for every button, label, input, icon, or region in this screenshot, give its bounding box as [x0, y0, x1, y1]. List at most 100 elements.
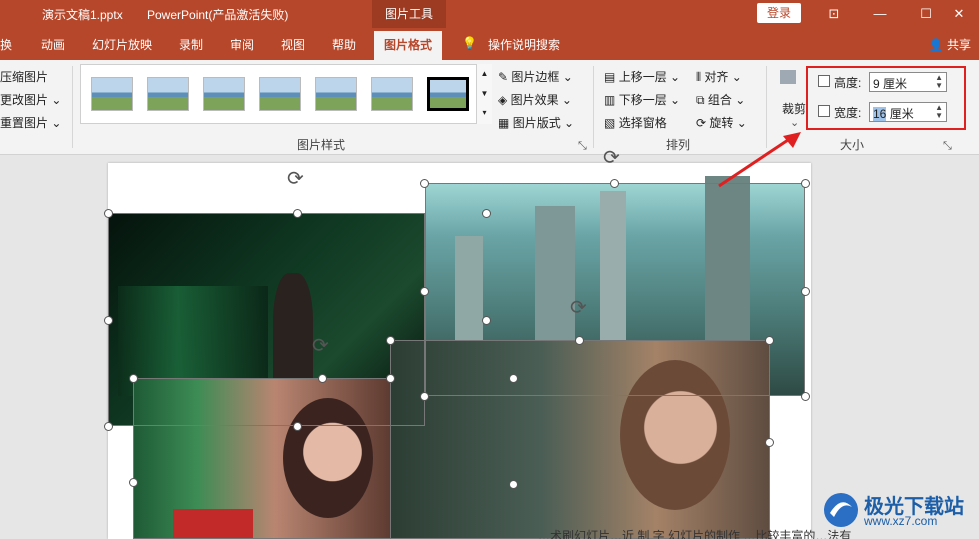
minimize-icon[interactable]: — — [857, 0, 903, 28]
compress-pictures-button[interactable]: 压缩图片 — [0, 68, 48, 85]
width-field[interactable]: 16 厘米 ▲ ▼ — [869, 102, 947, 122]
share-label: 共享 — [946, 38, 971, 52]
resize-handle[interactable] — [293, 422, 302, 431]
selection-pane-icon: ▧ — [604, 116, 616, 130]
resize-handle[interactable] — [482, 209, 491, 218]
style-thumb[interactable] — [203, 77, 245, 111]
red-arrow-annotation — [718, 132, 801, 188]
tab-slideshow[interactable]: 幻灯片放映 — [92, 36, 152, 53]
resize-handle[interactable] — [420, 287, 429, 296]
resize-handle[interactable] — [104, 422, 113, 431]
bring-forward-button[interactable]: ▤ 上移一层 ⌄ — [604, 68, 680, 85]
tab-record[interactable]: 录制 — [179, 36, 203, 53]
resize-handle[interactable] — [801, 392, 810, 401]
reset-picture-button[interactable]: 重置图片 ⌄ — [0, 114, 61, 131]
width-value-unit: 厘米 — [886, 107, 914, 121]
height-field[interactable]: 9 厘米 ▲ ▼ — [869, 72, 947, 92]
resize-handle[interactable] — [765, 438, 774, 447]
resize-handle[interactable] — [420, 179, 429, 188]
resize-handle[interactable] — [801, 287, 810, 296]
gallery-more-icon[interactable]: ▾ — [477, 104, 492, 122]
resize-handle[interactable] — [482, 316, 491, 325]
height-label: 高度: — [834, 76, 862, 90]
width-spinner[interactable]: ▲ ▼ — [935, 104, 943, 120]
resize-handle[interactable] — [129, 374, 138, 383]
pen-icon: ✎ — [498, 70, 509, 84]
arrange-label: 排列 — [666, 138, 691, 152]
ribbon-tabs: 换 动画 幻灯片放映 录制 审阅 视图 帮助 图片格式 💡 操作说明搜索 👤 共… — [0, 28, 979, 60]
layout-icon: ▦ — [498, 116, 510, 130]
style-thumb-selected[interactable] — [427, 77, 469, 111]
gallery-down-icon[interactable]: ▼ — [477, 84, 492, 104]
send-backward-button[interactable]: ▥ 下移一层 ⌄ — [604, 91, 680, 108]
close-icon[interactable]: ✕ — [936, 0, 979, 28]
separator — [72, 66, 73, 148]
picture-styles-label: 图片样式 — [297, 138, 346, 152]
resize-handle[interactable] — [765, 336, 774, 345]
style-thumb[interactable] — [315, 77, 357, 111]
resize-handle[interactable] — [575, 336, 584, 345]
style-thumb[interactable] — [91, 77, 133, 111]
width-icon — [818, 105, 830, 117]
size-dialog-launcher-icon[interactable]: ⤡ — [943, 140, 952, 153]
rotate-handle-icon[interactable]: ⟳ — [287, 166, 304, 191]
change-picture-button[interactable]: 更改图片 ⌄ — [0, 91, 61, 108]
picture-effects-button[interactable]: ◈ 图片效果 ⌄ — [498, 91, 572, 108]
separator — [593, 66, 594, 148]
watermark-url: www.xz7.com — [864, 514, 938, 528]
rotate-handle-icon[interactable]: ⟳ — [312, 333, 329, 358]
share-button[interactable]: 👤 共享 — [929, 36, 971, 53]
resize-handle[interactable] — [129, 478, 138, 487]
tell-me-search[interactable]: 操作说明搜索 — [488, 36, 560, 53]
selection-pane-button[interactable]: ▧ 选择窗格 — [604, 114, 667, 131]
tab-review[interactable]: 审阅 — [230, 36, 254, 53]
resize-handle[interactable] — [420, 392, 429, 401]
gallery-up-icon[interactable]: ▲ — [477, 64, 492, 84]
tab-transitions[interactable]: 换 — [0, 36, 12, 53]
width-label: 宽度: — [834, 106, 862, 120]
picture-layout-button[interactable]: ▦ 图片版式 ⌄ — [498, 114, 574, 131]
resize-handle[interactable] — [386, 374, 395, 383]
align-button[interactable]: ⫴ 对齐 ⌄ — [696, 68, 742, 85]
bring-forward-icon: ▤ — [604, 70, 616, 84]
lightbulb-icon: 💡 — [462, 36, 477, 50]
resize-handle[interactable] — [104, 209, 113, 218]
resize-handle[interactable] — [509, 374, 518, 383]
title-bar: 演示文稿1.pptx PowerPoint(产品激活失败) 图片工具 登录 ⊡ … — [0, 0, 979, 28]
width-value-selected: 16 — [873, 107, 887, 121]
login-button[interactable]: 登录 — [757, 3, 801, 23]
watermark-logo: 极光下载站 www.xz7.com — [822, 488, 972, 532]
picture-styles-gallery — [80, 64, 492, 124]
resize-handle[interactable] — [104, 316, 113, 325]
ribbon: 压缩图片 更改图片 ⌄ 重置图片 ⌄ ▲ ▼ ▾ 图片样式 ✎ 图片边框 ⌄ ◈… — [0, 60, 979, 155]
resize-handle[interactable] — [386, 336, 395, 345]
selection-outline — [390, 340, 770, 539]
tab-help[interactable]: 帮助 — [332, 36, 356, 53]
height-spinner[interactable]: ▲ ▼ — [935, 74, 943, 90]
rotate-handle-icon[interactable]: ⟳ — [603, 145, 620, 170]
resize-handle[interactable] — [509, 480, 518, 489]
gallery-scroll[interactable]: ▲ ▼ ▾ — [476, 64, 492, 124]
dialog-launcher-icon[interactable]: ⤡ — [578, 140, 587, 153]
group-button[interactable]: ⧉ 组合 ⌄ — [696, 91, 745, 108]
rotate-handle-icon[interactable]: ⟳ — [570, 295, 587, 320]
crop-button[interactable]: 裁剪 — [782, 100, 806, 117]
style-thumb[interactable] — [147, 77, 189, 111]
app-name: PowerPoint(产品激活失败) — [147, 8, 289, 22]
size-label: 大小 — [840, 138, 865, 152]
send-backward-icon: ▥ — [604, 93, 616, 107]
tab-picture-format[interactable]: 图片格式 — [374, 31, 443, 60]
picture-border-button[interactable]: ✎ 图片边框 ⌄ — [498, 68, 573, 85]
resize-handle[interactable] — [318, 374, 327, 383]
crop-icon — [780, 70, 796, 84]
style-thumb[interactable] — [259, 77, 301, 111]
watermark-icon — [824, 493, 858, 527]
resize-handle[interactable] — [293, 209, 302, 218]
tab-view[interactable]: 视图 — [281, 36, 305, 53]
tab-animations[interactable]: 动画 — [41, 36, 65, 53]
selection-outline — [133, 378, 391, 539]
style-thumb[interactable] — [371, 77, 413, 111]
ribbon-display-icon[interactable]: ⊡ — [811, 0, 857, 28]
user-icon: 👤 — [928, 38, 944, 52]
resize-handle[interactable] — [610, 179, 619, 188]
